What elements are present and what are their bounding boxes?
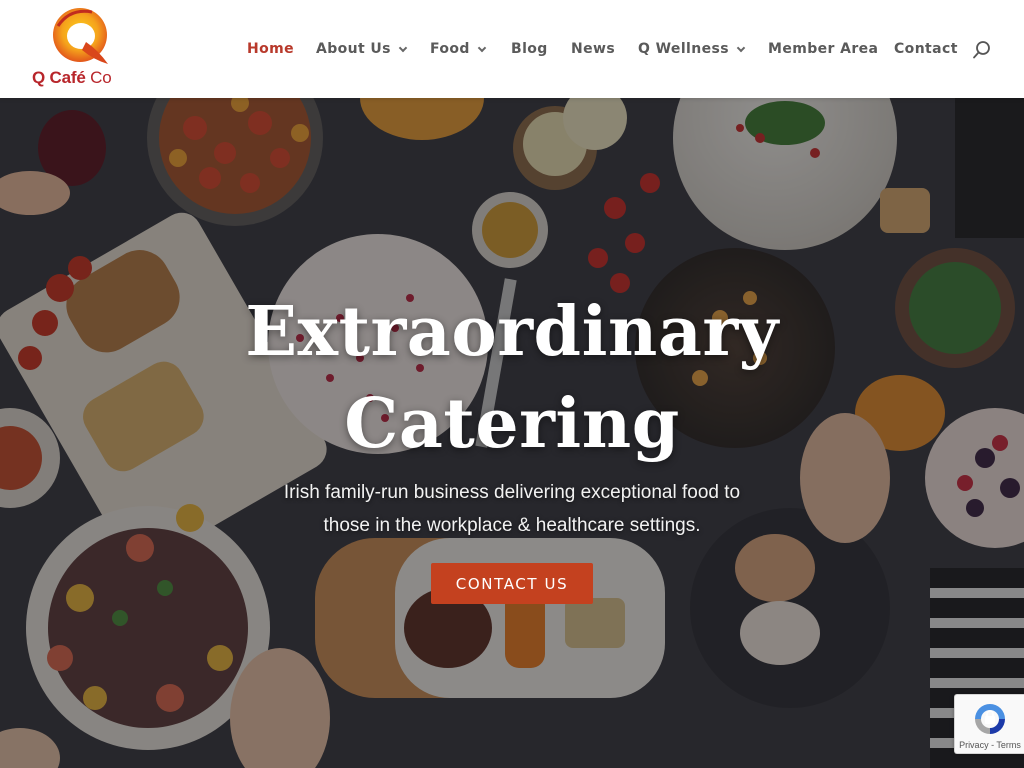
nav-item-label: Member Area bbox=[768, 41, 879, 57]
recaptcha-terms-link[interactable]: Terms bbox=[996, 740, 1021, 750]
nav-item-blog[interactable]: Blog bbox=[511, 38, 548, 60]
nav-item-food[interactable]: Food bbox=[430, 38, 487, 60]
nav-item-label: Contact bbox=[894, 41, 958, 57]
nav-item-label: About Us bbox=[316, 41, 391, 57]
hero-subtitle: Irish family-run business delivering exc… bbox=[212, 476, 812, 542]
contact-us-button[interactable]: CONTACT US bbox=[431, 563, 593, 604]
nav-item-about-us[interactable]: About Us bbox=[316, 38, 408, 60]
nav-item-contact[interactable]: Contact bbox=[894, 38, 958, 60]
nav-item-label: News bbox=[571, 41, 616, 57]
hero-title: Extraordinary Catering bbox=[112, 286, 912, 470]
nav-item-label: Food bbox=[430, 41, 470, 57]
hero-section: Extraordinary Catering Irish family-run … bbox=[0, 98, 1024, 768]
hero-subtitle-line-1: Irish family-run business delivering exc… bbox=[283, 482, 741, 503]
nav-item-member-area[interactable]: Member Area bbox=[768, 38, 878, 60]
main-nav: Home About Us Food Blog News Q Wellness … bbox=[0, 38, 1024, 60]
nav-item-news[interactable]: News bbox=[571, 38, 615, 60]
hero-title-line-1: Extraordinary bbox=[245, 292, 779, 372]
recaptcha-icon bbox=[975, 704, 1005, 734]
nav-item-label: Blog bbox=[511, 41, 548, 57]
nav-item-label: Q Wellness bbox=[638, 41, 729, 57]
nav-item-q-wellness[interactable]: Q Wellness bbox=[638, 38, 746, 60]
chevron-down-icon bbox=[477, 43, 487, 52]
chevron-down-icon bbox=[736, 43, 746, 52]
search-icon[interactable] bbox=[972, 40, 992, 60]
nav-item-label: Home bbox=[247, 41, 295, 57]
logo-text: Q Café Co bbox=[32, 68, 112, 87]
site-header: Q Café Co Home About Us Food Blog News Q… bbox=[0, 0, 1024, 98]
recaptcha-badge[interactable]: Privacy - Terms bbox=[954, 694, 1024, 754]
hero-title-line-2: Catering bbox=[344, 384, 680, 464]
recaptcha-links: Privacy - Terms bbox=[955, 740, 1024, 750]
nav-item-home[interactable]: Home bbox=[247, 38, 294, 60]
chevron-down-icon bbox=[398, 43, 408, 52]
recaptcha-privacy-link[interactable]: Privacy bbox=[959, 740, 989, 750]
hero-subtitle-line-2: those in the workplace & healthcare sett… bbox=[323, 515, 701, 536]
